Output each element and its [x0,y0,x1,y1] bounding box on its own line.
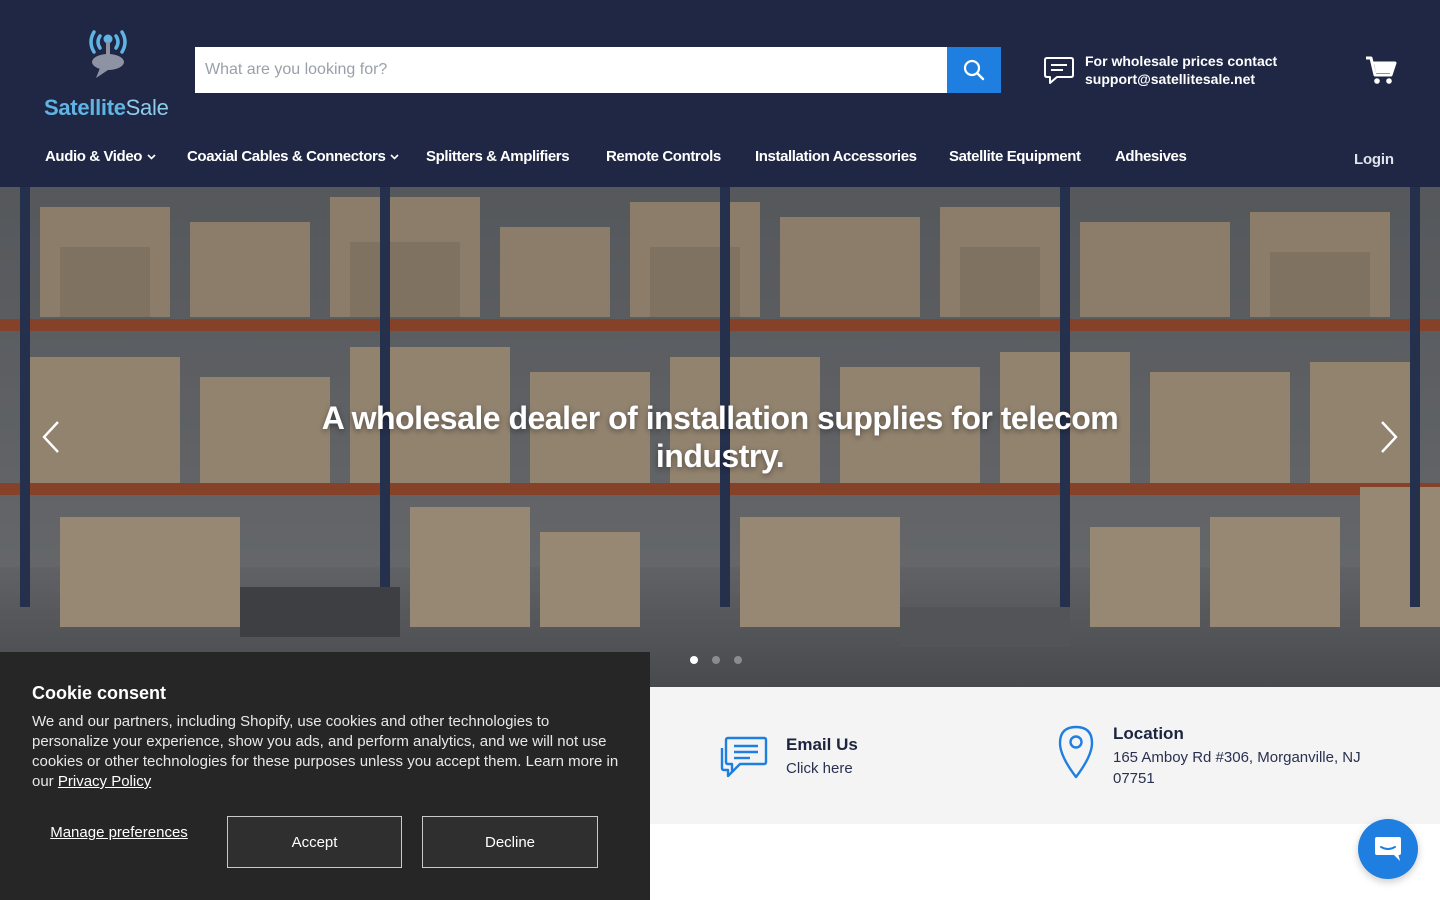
cookie-title: Cookie consent [32,683,167,703]
logo-link[interactable]: SatelliteSale [44,20,174,120]
email-us-subtitle: Click here [786,760,853,777]
chevron-right-icon [1381,421,1398,453]
chevron-left-icon [42,421,59,453]
cart-button[interactable] [1364,53,1398,87]
nav-item-adhesives[interactable]: Adhesives [1115,148,1187,165]
slide-dots [690,656,742,664]
satellite-logo-icon [89,30,127,78]
search-bar [195,47,1001,93]
nav-item-splitters-amplifiers[interactable]: Splitters & Amplifiers [426,148,570,165]
manage-preferences-link[interactable]: Manage preferences [40,824,198,842]
nav-item-remote-controls[interactable]: Remote Controls [606,148,721,165]
map-pin-icon [1058,725,1094,779]
site-header: SatelliteSale For wholesale prices conta… [0,0,1440,187]
slide-dot-1[interactable] [690,656,698,664]
email-us-link[interactable]: Email Us Click here [718,734,858,779]
contact-text: For wholesale prices contact support@sat… [1085,52,1277,88]
hero-slideshow: A wholesale dealer of installation suppl… [0,187,1440,687]
privacy-policy-link[interactable]: Privacy Policy [58,773,151,790]
chevron-down-icon [390,153,400,160]
login-link[interactable]: Login [1354,151,1394,168]
email-us-title: Email Us [786,735,858,754]
email-us-text: Email Us Click here [786,735,858,779]
contact-line1: For wholesale prices contact [1085,53,1278,69]
message-icon [720,736,768,778]
main-nav: Audio & Video Coaxial Cables & Connector… [0,140,1440,176]
decline-button[interactable]: Decline [422,816,598,868]
cookie-consent-banner: Cookie consent We and our partners, incl… [0,652,650,900]
search-input[interactable] [195,47,947,93]
chat-widget-button[interactable] [1358,819,1418,879]
location-title: Location [1113,724,1184,743]
nav-item-installation-accessories[interactable]: Installation Accessories [755,148,917,165]
slide-next-button[interactable] [1374,419,1404,455]
cookie-text: We and our partners, including Shopify, … [32,713,619,790]
chat-bubble-icon [1044,57,1074,84]
search-button[interactable] [947,47,1001,93]
wholesale-contact[interactable]: For wholesale prices contact support@sat… [1043,52,1277,88]
location-text: Location 165 Amboy Rd #306, Morganville,… [1113,724,1383,789]
slide-dot-3[interactable] [734,656,742,664]
contact-email: support@satellitesale.net [1085,71,1256,87]
chat-icon [1375,837,1401,861]
nav-item-satellite-equipment[interactable]: Satellite Equipment [949,148,1081,165]
nav-item-audio-video[interactable]: Audio & Video [45,148,156,165]
logo-text: SatelliteSale [44,95,169,120]
accept-button[interactable]: Accept [227,816,402,868]
slide-prev-button[interactable] [36,419,66,455]
nav-item-coaxial-cables[interactable]: Coaxial Cables & Connectors [187,148,400,165]
slide-dot-2[interactable] [712,656,720,664]
hero-title: A wholesale dealer of installation suppl… [321,400,1119,474]
search-icon [963,59,985,81]
chevron-down-icon [147,153,156,160]
location-block: Location 165 Amboy Rd #306, Morganville,… [1057,724,1383,789]
location-address: 165 Amboy Rd #306, Morganville, NJ 07751 [1113,749,1361,787]
cart-icon [1366,56,1397,84]
